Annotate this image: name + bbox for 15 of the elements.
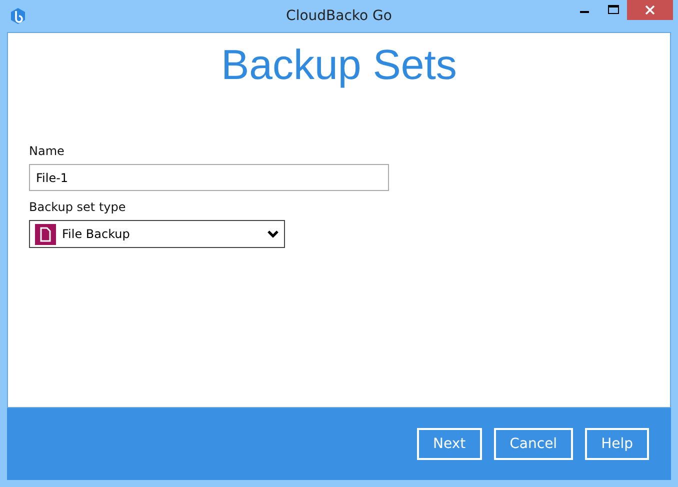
footer-button[interactable]: Help [585, 428, 649, 460]
close-icon [645, 5, 655, 15]
footer-button[interactable]: Next [417, 428, 482, 460]
page-heading: Backup Sets [220, 41, 458, 89]
close-button[interactable] [627, 0, 673, 20]
app-logo-icon [9, 7, 27, 25]
chevron-down-icon [267, 230, 279, 238]
footer-button[interactable]: Cancel [494, 428, 574, 460]
backup-type-dropdown[interactable]: File Backup [29, 220, 285, 248]
field-label: Backup set type [29, 200, 126, 214]
window-title: CloudBacko Go [286, 8, 392, 24]
field-label: Name [29, 144, 64, 158]
name-input-field[interactable]: File-1 [29, 164, 389, 191]
maximize-icon [608, 5, 618, 15]
file-icon [35, 224, 56, 244]
